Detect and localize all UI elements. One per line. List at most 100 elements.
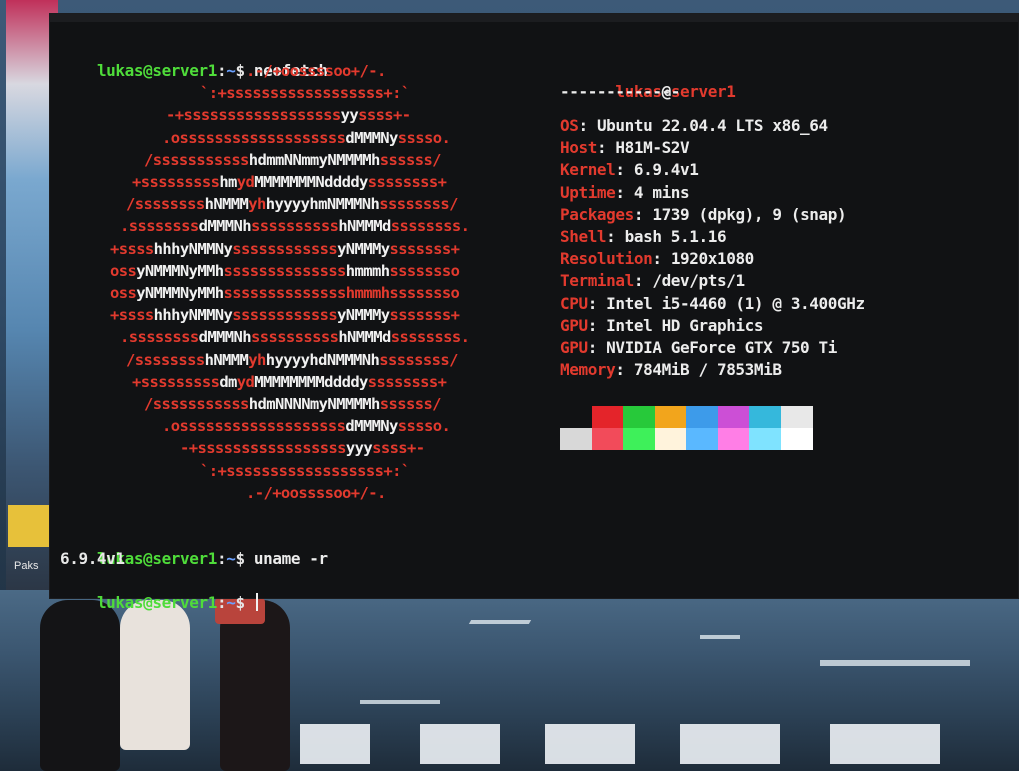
ascii-logo-segment: /sssssssssss bbox=[144, 395, 249, 413]
palette-swatch-normal bbox=[591, 406, 624, 428]
info-key: Uptime bbox=[560, 182, 616, 202]
info-row: Memory: 784MiB / 7853MiB bbox=[560, 360, 782, 380]
prompt-colon: : bbox=[216, 549, 227, 568]
ascii-logo-segment: dMMMNy bbox=[345, 417, 398, 436]
info-key: Packages bbox=[560, 204, 634, 224]
info-key: Kernel bbox=[560, 160, 616, 180]
ascii-logo-segment: hyyyyhdNMMMNh bbox=[265, 350, 380, 369]
ascii-logo-segment: yNMMMNyMMh bbox=[136, 261, 224, 280]
prompt-colon: : bbox=[216, 593, 227, 612]
info-row: GPU: NVIDIA GeForce GTX 750 Ti bbox=[560, 338, 837, 357]
info-row: Terminal: /dev/pts/1 bbox=[560, 271, 745, 291]
ascii-logo-segment: hm bbox=[219, 173, 237, 191]
ascii-logo-segment: ssssssss/ bbox=[379, 195, 458, 214]
crosswalk-stripe bbox=[545, 724, 635, 764]
prompt-user-host: lukas@server1 bbox=[96, 593, 217, 612]
ascii-logo-segment: hhhyNMMNy bbox=[153, 306, 233, 325]
text-cursor bbox=[255, 593, 258, 611]
ascii-logo-line: .ssssssssdMMMNhsssssssssshNMMMdssssssss. bbox=[120, 326, 470, 348]
ascii-logo-line: -+sssssssssssssssssyyyssss+- bbox=[180, 437, 425, 459]
info-value: NVIDIA GeForce GTX 750 Ti bbox=[606, 338, 837, 357]
ascii-logo-segment: ssssssso bbox=[389, 261, 460, 280]
info-value: H81M-S2V bbox=[615, 138, 690, 158]
palette-swatch-bright bbox=[560, 428, 592, 450]
ascii-logo-segment: hdmNNNNmyNMMMMh bbox=[248, 395, 381, 413]
ascii-logo-line: .-/+oossssoo+/-. bbox=[246, 60, 386, 82]
ascii-logo-line: -+ssssssssssssssssssyyssss+- bbox=[166, 104, 411, 126]
ascii-logo-segment: hyyyyhmNMMMNh bbox=[265, 195, 380, 214]
info-row: Kernel: 6.9.4v1 bbox=[560, 160, 699, 180]
ascii-logo-segment: yNMMMy bbox=[337, 239, 390, 258]
ascii-logo-segment: hhhyNMMNy bbox=[153, 239, 233, 258]
ascii-logo-segment: yyy bbox=[345, 439, 373, 458]
palette-swatch-normal bbox=[717, 406, 750, 428]
info-value: 1920x1080 bbox=[670, 249, 755, 269]
info-row: Resolution: 1920x1080 bbox=[560, 249, 755, 269]
info-value: /dev/pts/1 bbox=[652, 271, 745, 291]
ascii-logo-line: `:+ssssssssssssssssss+:` bbox=[200, 82, 410, 104]
info-value: 6.9.4v1 bbox=[633, 160, 699, 180]
ascii-logo-segment: -+ssssssssssssssssss bbox=[166, 106, 341, 125]
ascii-logo-segment: .-/+oossssoo+/-. bbox=[246, 62, 386, 80]
info-key: Host bbox=[560, 138, 597, 158]
ascii-logo-segment: dm bbox=[219, 372, 237, 391]
info-value: Intel HD Graphics bbox=[606, 315, 764, 335]
ascii-logo-line: /sssssssshNMMMyhhyyyyhdNMMMNhssssssss/ bbox=[126, 349, 458, 371]
terminal-window[interactable]: lukas@server1:~$ neofetch .-/+oossssoo+/… bbox=[50, 14, 1018, 612]
ascii-logo-segment: /sssssssssss bbox=[144, 150, 249, 169]
info-key: Shell bbox=[560, 227, 607, 246]
palette-swatch-bright bbox=[623, 428, 655, 450]
info-row: CPU: Intel i5-4460 (1) @ 3.400GHz bbox=[560, 293, 865, 313]
ascii-logo-segment: yd bbox=[236, 372, 255, 391]
ascii-logo-line: +sssshhhyNMMNyssssssssssssyNMMMysssssss+ bbox=[110, 304, 460, 326]
ascii-logo-segment: yNMMMy bbox=[337, 306, 390, 325]
ascii-logo-segment: ssssssss. bbox=[390, 217, 470, 236]
ascii-logo-segment: sssso. bbox=[397, 417, 451, 436]
prompt-user-host: lukas@server1 bbox=[96, 61, 217, 80]
prompt-colon: : bbox=[216, 61, 227, 80]
wallpaper-billboard bbox=[8, 505, 54, 547]
info-key: Resolution bbox=[560, 249, 653, 269]
ascii-logo-segment: .ssssssss bbox=[120, 217, 199, 236]
palette-swatch-bright bbox=[591, 428, 624, 450]
palette-swatch-bright bbox=[654, 428, 687, 450]
active-prompt-line[interactable]: lukas@server1:~$ bbox=[60, 570, 258, 636]
palette-swatch-normal bbox=[560, 406, 592, 428]
ascii-logo-segment: .osssssssssssssssssss bbox=[162, 417, 346, 436]
ascii-logo-line: ossyNMMMNyMMhsssssssssssssshmmmhssssssso bbox=[110, 260, 460, 282]
ascii-logo-segment: sssssss+ bbox=[389, 306, 460, 325]
info-value: 1739 (dpkg), 9 (snap) bbox=[652, 204, 847, 224]
ascii-logo-line: .osssssssssssssssssssdMMMNysssso. bbox=[162, 415, 451, 437]
ascii-logo-segment: ssssssss+ bbox=[367, 173, 447, 191]
crosswalk-stripe bbox=[300, 724, 370, 764]
info-separator: ------------- bbox=[560, 82, 681, 101]
info-key: OS bbox=[560, 116, 579, 135]
ascii-logo-segment: sssssssssssssshmmmhssssssso bbox=[223, 284, 460, 302]
ascii-logo-segment: yd bbox=[236, 173, 255, 191]
ascii-logo-segment: dMMMNy bbox=[345, 128, 398, 147]
ascii-logo-segment: hNMMM bbox=[204, 195, 249, 214]
info-value: Intel i5-4460 (1) @ 3.400GHz bbox=[606, 293, 865, 313]
ascii-logo-segment: ssssssss. bbox=[390, 328, 470, 347]
ascii-logo-segment: oss bbox=[110, 261, 137, 280]
crosswalk-stripe bbox=[830, 724, 940, 764]
ascii-logo-segment: oss bbox=[110, 284, 137, 302]
ascii-logo-segment: dMMMNh bbox=[198, 217, 252, 236]
ascii-logo-segment: sssssss+ bbox=[389, 239, 460, 258]
palette-swatch-normal bbox=[623, 406, 655, 428]
ascii-logo-segment: MMMMMMMNddddy bbox=[254, 173, 368, 191]
info-row: Packages: 1739 (dpkg), 9 (snap) bbox=[560, 204, 847, 224]
ascii-logo-segment: ssssssssss bbox=[251, 217, 339, 236]
ascii-logo-segment: ssssss/ bbox=[379, 150, 442, 169]
palette-swatch-normal bbox=[654, 406, 687, 428]
palette-swatch-normal bbox=[686, 406, 718, 428]
ascii-logo-line: `:+ssssssssssssssssss+:` bbox=[200, 460, 410, 482]
ascii-logo-line: +ssssssssshmydMMMMMMMNddddyssssssss+ bbox=[132, 171, 447, 193]
ascii-logo-segment: `:+ssssssssssssssssss+:` bbox=[200, 461, 410, 480]
ascii-logo-segment: ssssss/ bbox=[379, 395, 442, 413]
ascii-logo-segment: ssssssssssss bbox=[232, 306, 338, 325]
ascii-logo-segment: hmmmh bbox=[345, 261, 390, 280]
ascii-logo-segment: +sssssssss bbox=[132, 173, 220, 191]
ascii-logo-segment: .osssssssssssssssssss bbox=[162, 128, 346, 147]
prompt-symbol: $ bbox=[235, 61, 245, 80]
